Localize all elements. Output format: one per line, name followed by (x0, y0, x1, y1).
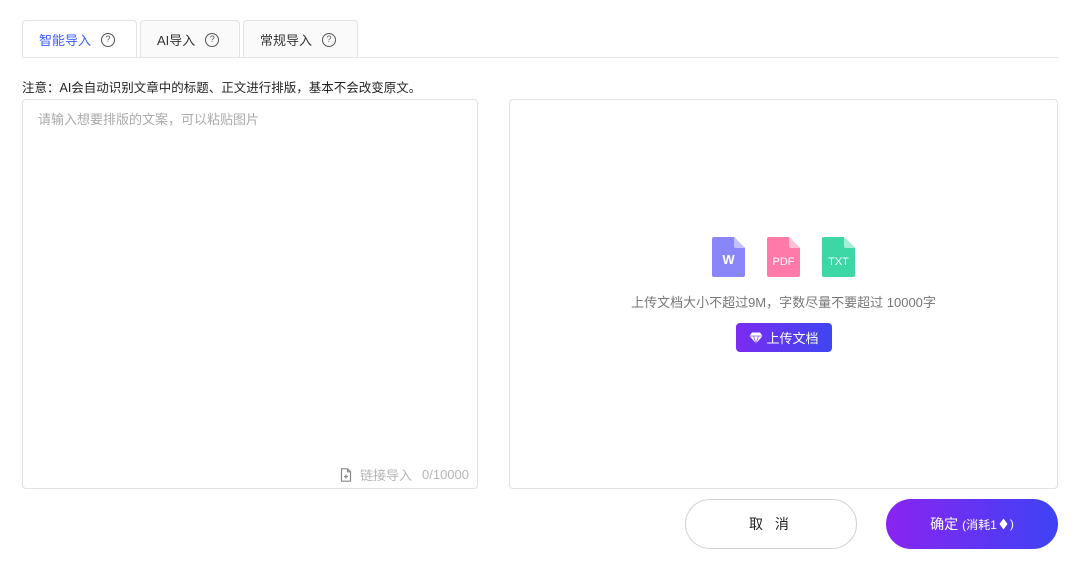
upload-panel[interactable]: W PDF TXT 上传文档大小不超过9M，字数尽量不要超过 10000字 上传… (509, 99, 1058, 489)
txt-file-icon: TXT (822, 237, 855, 277)
file-type-label: W (722, 252, 735, 267)
notice-text: 注意：AI会自动识别文章中的标题、正文进行排版，基本不会改变原文。 (22, 81, 422, 95)
upload-button-label: 上传文档 (766, 331, 819, 346)
document-link-icon (340, 467, 352, 482)
tab-smart-import[interactable]: 智能导入 ? (22, 20, 137, 58)
tab-label: 智能导入 (39, 33, 92, 48)
upload-hint: 上传文档大小不超过9M，字数尽量不要超过 10000字 (631, 295, 936, 310)
text-input-panel: 链接导入 0/10000 (22, 99, 478, 489)
editor-footer: 链接导入 0/10000 (340, 465, 469, 484)
diamond-icon (749, 332, 763, 344)
word-file-icon: W (712, 237, 745, 277)
char-counter: 0/10000 (422, 467, 469, 482)
tab-label: AI导入 (157, 33, 196, 48)
confirm-button[interactable]: 确定 (消耗1 ) (886, 499, 1058, 549)
file-type-label: TXT (828, 256, 849, 268)
import-tabs: 智能导入 ? AI导入 ? 常规导入 ? (22, 20, 361, 58)
tab-divider (22, 57, 1058, 58)
link-import-label: 链接导入 (359, 468, 412, 483)
file-type-icons: W PDF TXT (712, 237, 855, 277)
help-circle-icon[interactable]: ? (205, 32, 220, 47)
help-circle-icon[interactable]: ? (101, 32, 116, 47)
diamond-icon (999, 518, 1008, 530)
cancel-label: 取 消 (749, 516, 793, 532)
confirm-label: 确定 (930, 516, 959, 532)
tab-regular-import[interactable]: 常规导入 ? (243, 20, 358, 58)
confirm-cost: (消耗1 ) (962, 516, 1014, 533)
tab-label: 常规导入 (260, 33, 313, 48)
upload-document-button[interactable]: 上传文档 (736, 323, 832, 352)
article-text-input[interactable] (23, 100, 477, 460)
cancel-button[interactable]: 取 消 (685, 499, 857, 549)
file-type-label: PDF (772, 256, 795, 268)
cost-suffix: ) (1009, 517, 1014, 531)
help-circle-icon[interactable]: ? (322, 32, 337, 47)
import-dialog: 智能导入 ? AI导入 ? 常规导入 ? 注意：AI会自动识别文章中的标题、正文… (0, 0, 1080, 565)
tab-ai-import[interactable]: AI导入 ? (140, 20, 240, 58)
link-import-button[interactable]: 链接导入 (340, 465, 412, 484)
pdf-file-icon: PDF (767, 237, 800, 277)
cost-prefix: (消耗1 (962, 517, 997, 532)
